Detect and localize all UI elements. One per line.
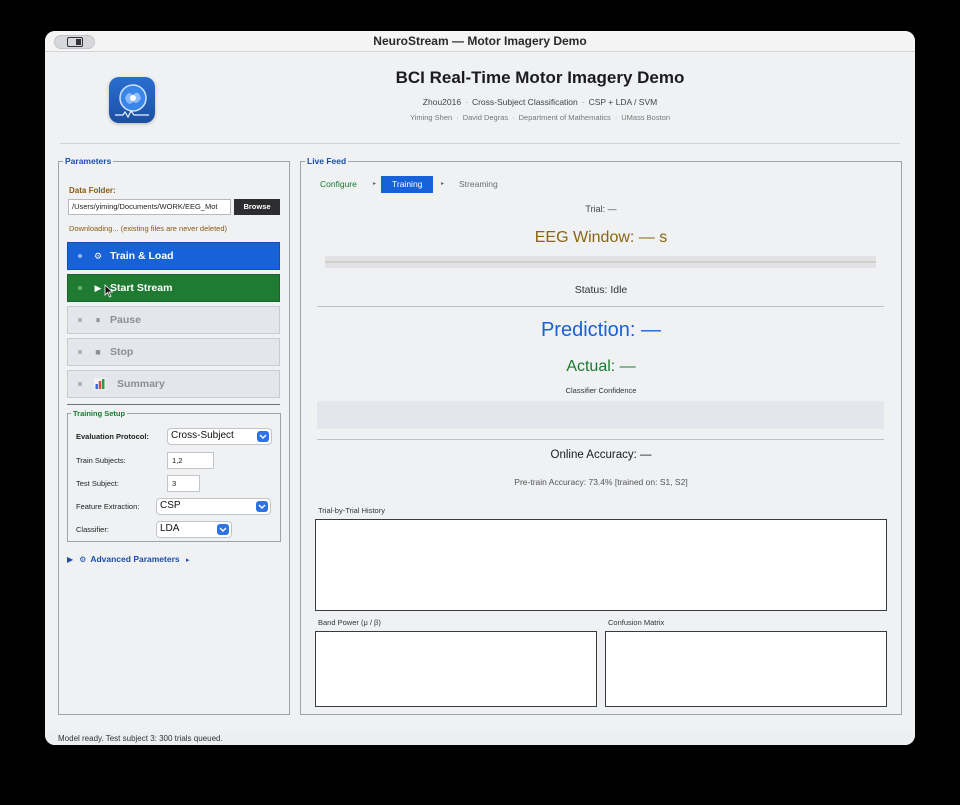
bullet-icon — [78, 286, 82, 290]
params-divider — [67, 404, 280, 405]
disclosure-triangle-icon: ▶ — [67, 555, 74, 564]
pause-label: Pause — [110, 314, 141, 326]
data-folder-input[interactable]: /Users/yiming/Documents/WORK/EEG_Mot — [68, 199, 231, 215]
test-subject-label: Test Subject: — [76, 479, 119, 488]
chevron-updown-icon — [217, 524, 229, 535]
parameters-legend: Parameters — [65, 156, 112, 166]
dataset-label: Zhou2016 — [422, 97, 462, 107]
live-feed-panel: Live Feed Configure ▸ Training ▸ Streami… — [300, 156, 902, 715]
chevron-right-icon: ▸ — [186, 557, 190, 564]
trial-history-plot — [315, 519, 887, 611]
bullet-icon — [78, 318, 82, 322]
cursor-icon — [104, 284, 114, 298]
classifier-confidence-bar — [317, 401, 884, 429]
pretrain-accuracy-readout: Pre-train Accuracy: 73.4% [trained on: S… — [514, 477, 688, 487]
trial-indicator: Trial: — — [585, 204, 617, 214]
download-status: Downloading... (existing files are never… — [69, 224, 228, 233]
band-power-label: Band Power (μ / β) — [318, 618, 381, 627]
prediction-readout: Prediction: — — [540, 319, 662, 341]
step-streaming[interactable]: Streaming — [459, 176, 498, 193]
method-label: CSP + LDA / SVM — [588, 97, 658, 107]
stop-label: Stop — [110, 346, 134, 358]
feature-extraction-select[interactable]: CSP — [156, 498, 271, 515]
train-subjects-label: Train Subjects: — [76, 456, 126, 465]
train-load-button[interactable]: ⚙ Train & Load — [67, 242, 280, 270]
brain-wave-logo-icon — [109, 77, 155, 123]
eeg-window-bar — [325, 256, 876, 268]
status-bar: Model ready. Test subject 3: 300 trials … — [45, 732, 915, 745]
advanced-parameters-toggle[interactable]: ▶ ⚙ Advanced Parameters ▸ — [67, 554, 190, 564]
university: UMass Boston — [621, 113, 671, 122]
title-bar: NeuroStream — Motor Imagery Demo — [45, 31, 915, 52]
eeg-window-readout: EEG Window: — s — [534, 229, 668, 246]
step-configure[interactable]: Configure — [320, 176, 357, 193]
stop-button[interactable]: ■ Stop — [67, 338, 280, 366]
trial-history-label: Trial-by-Trial History — [318, 506, 385, 515]
app-window: NeuroStream — Motor Imagery Demo BCI Rea… — [45, 31, 915, 745]
classifier-value: LDA — [160, 523, 180, 534]
train-subjects-input[interactable]: 1,2 — [167, 452, 214, 469]
bullet-icon — [78, 254, 82, 258]
gear-icon: ⚙ — [93, 251, 103, 261]
parameters-panel: Parameters Data Folder: /Users/yiming/Do… — [58, 156, 290, 715]
stream-status: Status: Idle — [574, 284, 628, 296]
actual-readout: Actual: — — [566, 358, 636, 375]
play-icon: ▶ — [94, 283, 102, 293]
feed-divider — [317, 306, 884, 307]
band-power-plot — [315, 631, 597, 707]
bullet-icon — [78, 350, 82, 354]
data-folder-label: Data Folder: — [69, 186, 116, 195]
page-title: BCI Real-Time Motor Imagery Demo — [395, 68, 685, 87]
feature-extraction-value: CSP — [160, 500, 181, 511]
test-subject-input[interactable]: 3 — [167, 475, 200, 492]
evaluation-protocol-value: Cross-Subject — [171, 430, 234, 441]
feature-extraction-label: Feature Extraction: — [76, 502, 140, 511]
author-1: Yiming Shen — [409, 113, 453, 122]
start-stream-label: Start Stream — [110, 282, 173, 294]
author-2: David Degras — [462, 113, 509, 122]
online-accuracy-readout: Online Accuracy: — — [550, 449, 652, 461]
header-authors: Yiming Shen · David Degras · Department of M… — [409, 113, 671, 122]
step-arrow-icon: ▸ — [373, 181, 377, 187]
window-title: NeuroStream — Motor Imagery Demo — [373, 34, 587, 48]
header-divider — [60, 143, 900, 144]
summary-label: Summary — [117, 378, 165, 390]
confusion-matrix-plot — [605, 631, 887, 707]
task-label: Cross-Subject Classification — [471, 97, 578, 107]
feed-divider — [317, 439, 884, 440]
gear-icon: ⚙ — [79, 555, 87, 564]
header-subtitle: Zhou2016 · Cross-Subject Classification · CS… — [422, 97, 658, 107]
evaluation-protocol-label: Evaluation Protocol: — [76, 432, 149, 441]
chart-icon — [94, 378, 106, 390]
department: Department of Mathematics — [518, 113, 611, 122]
classifier-confidence-label: Classifier Confidence — [565, 386, 637, 395]
eeg-window-baseline — [325, 261, 876, 263]
pause-icon: ⏸ — [95, 315, 101, 325]
bullet-icon — [78, 382, 82, 386]
start-stream-button[interactable]: ▶ Start Stream — [67, 274, 280, 302]
training-setup-panel: Training Setup Evaluation Protocol: Cros… — [67, 409, 281, 542]
step-arrow-icon: ▸ — [441, 181, 445, 187]
sidebar-toggle-button[interactable] — [54, 35, 95, 49]
browse-button[interactable]: Browse — [234, 199, 280, 215]
classifier-select[interactable]: LDA — [156, 521, 232, 538]
training-setup-legend: Training Setup — [73, 409, 126, 418]
chevron-updown-icon — [256, 501, 268, 512]
evaluation-protocol-select[interactable]: Cross-Subject — [167, 428, 272, 445]
stop-icon: ■ — [95, 347, 101, 357]
classifier-label: Classifier: — [76, 525, 109, 534]
sidebar-icon — [67, 37, 83, 47]
live-feed-legend: Live Feed — [307, 156, 347, 166]
confusion-matrix-label: Confusion Matrix — [608, 618, 665, 627]
train-load-label: Train & Load — [110, 250, 174, 262]
summary-button[interactable]: Summary — [67, 370, 280, 398]
pause-button[interactable]: ⏸ Pause — [67, 306, 280, 334]
step-training[interactable]: Training — [381, 176, 434, 193]
advanced-parameters-label: Advanced Parameters — [90, 554, 180, 564]
chevron-updown-icon — [257, 431, 269, 442]
